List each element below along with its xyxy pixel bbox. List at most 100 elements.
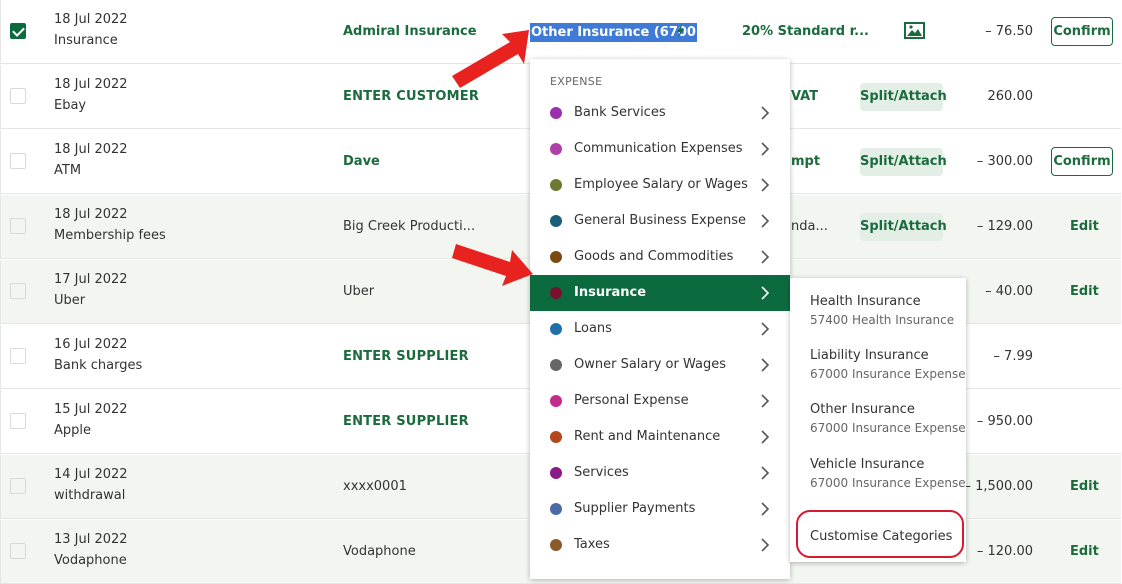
- submenu-item-vehicle-insurance[interactable]: Vehicle Insurance 67000 Insurance Expens…: [810, 457, 966, 490]
- dropdown-item-personal-expense[interactable]: Personal Expense: [530, 383, 790, 419]
- tax-rate-field[interactable]: 20% Standard r...: [742, 24, 869, 39]
- dropdown-heading: EXPENSE: [550, 75, 603, 88]
- edit-link[interactable]: Edit: [1070, 284, 1099, 299]
- row-payee[interactable]: Dave: [343, 154, 380, 169]
- image-icon[interactable]: [904, 22, 925, 39]
- dropdown-item-insurance[interactable]: Insurance: [530, 275, 790, 311]
- row-checkbox[interactable]: [10, 543, 26, 559]
- split-attach-button[interactable]: Split/Attach: [860, 83, 947, 111]
- row-checkbox[interactable]: [10, 283, 26, 299]
- row-checkbox[interactable]: [10, 88, 26, 104]
- arrow-annotation-icon: [452, 244, 533, 286]
- row-description: ATM: [54, 163, 82, 178]
- submenu-item-account: 67000 Insurance Expense: [810, 367, 966, 381]
- row-checkbox[interactable]: [10, 413, 26, 429]
- submenu-item-liability-insurance[interactable]: Liability Insurance 67000 Insurance Expe…: [810, 348, 966, 381]
- edit-link[interactable]: Edit: [1070, 479, 1099, 494]
- chevron-right-icon: [761, 250, 770, 264]
- dropdown-item-label: Personal Expense: [574, 393, 689, 408]
- row-amount: 260.00: [987, 89, 1034, 104]
- row-payee[interactable]: ENTER SUPPLIER: [343, 414, 469, 429]
- dropdown-item-loans[interactable]: Loans: [530, 311, 790, 347]
- dropdown-item-label: Services: [574, 465, 629, 480]
- row-description: Bank charges: [54, 358, 143, 373]
- dropdown-item-label: Insurance: [574, 285, 647, 300]
- dropdown-item-owner-salary-or-wages[interactable]: Owner Salary or Wages: [530, 347, 790, 383]
- tax-rate-field[interactable]: nda...: [791, 219, 828, 234]
- chevron-right-icon: [761, 466, 770, 480]
- dropdown-item-label: Supplier Payments: [574, 501, 696, 516]
- category-color-dot: [550, 395, 562, 407]
- dropdown-item-label: Rent and Maintenance: [574, 429, 721, 444]
- dropdown-item-rent-and-maintenance[interactable]: Rent and Maintenance: [530, 419, 790, 455]
- category-color-dot: [550, 287, 562, 299]
- row-payee[interactable]: Vodaphone: [343, 544, 416, 559]
- category-color-dot: [550, 107, 562, 119]
- submenu-item-account: 67000 Insurance Expense: [810, 421, 966, 435]
- row-description: Insurance: [54, 33, 118, 48]
- dropdown-item-label: Communication Expenses: [574, 141, 743, 156]
- submenu-item-title: Liability Insurance: [810, 348, 929, 363]
- row-description: Vodaphone: [54, 553, 127, 568]
- dropdown-item-employee-salary-or-wages[interactable]: Employee Salary or Wages: [530, 167, 790, 203]
- category-color-dot: [550, 323, 562, 335]
- row-amount: – 40.00: [985, 284, 1033, 299]
- dropdown-item-label: General Business Expense: [574, 213, 746, 228]
- tax-rate-field[interactable]: VAT: [791, 89, 818, 104]
- submenu-item-title: Health Insurance: [810, 294, 921, 309]
- edit-link[interactable]: Edit: [1070, 219, 1099, 234]
- row-checkbox[interactable]: [10, 218, 26, 234]
- dropdown-item-label: Loans: [574, 321, 612, 336]
- dropdown-item-general-business-expense[interactable]: General Business Expense: [530, 203, 790, 239]
- dropdown-item-services[interactable]: Services: [530, 455, 790, 491]
- submenu-item-account: 67000 Insurance Expense: [810, 476, 966, 490]
- row-description: Apple: [54, 423, 92, 438]
- category-color-dot: [550, 539, 562, 551]
- chevron-right-icon: [761, 538, 770, 552]
- dropdown-item-label: Employee Salary or Wages: [574, 177, 748, 192]
- row-payee[interactable]: Big Creek Producti...: [343, 219, 475, 234]
- tax-rate-field[interactable]: mpt: [791, 154, 820, 169]
- row-amount: – 950.00: [976, 414, 1033, 429]
- row-description: Ebay: [54, 98, 87, 113]
- confirm-button[interactable]: Confirm: [1051, 147, 1113, 176]
- row-payee[interactable]: ENTER SUPPLIER: [343, 349, 469, 364]
- dropdown-item-goods-and-commodities[interactable]: Goods and Commodities: [530, 239, 790, 275]
- category-color-dot: [550, 179, 562, 191]
- row-payee[interactable]: xxxx0001: [343, 479, 407, 494]
- submenu-item-account: 57400 Health Insurance: [810, 313, 955, 327]
- row-amount: – 1,500.00: [964, 479, 1033, 494]
- row-checkbox[interactable]: [10, 153, 26, 169]
- row-payee[interactable]: Uber: [343, 284, 374, 299]
- dropdown-item-label: Owner Salary or Wages: [574, 357, 726, 372]
- row-checkbox[interactable]: [10, 348, 26, 364]
- row-amount: – 300.00: [976, 154, 1033, 169]
- dropdown-item-supplier-payments[interactable]: Supplier Payments: [530, 491, 790, 527]
- submenu-item-other-insurance[interactable]: Other Insurance 67000 Insurance Expense: [810, 402, 966, 435]
- bolt-icon[interactable]: [674, 23, 686, 39]
- category-dropdown: EXPENSE Bank Services Communication Expen…: [530, 59, 790, 579]
- row-amount: – 129.00: [976, 219, 1033, 234]
- category-field[interactable]: Other Insurance (6700: [530, 23, 697, 42]
- chevron-right-icon: [761, 430, 770, 444]
- dropdown-item-taxes[interactable]: Taxes: [530, 527, 790, 563]
- row-checkbox[interactable]: [10, 23, 26, 39]
- chevron-right-icon: [761, 358, 770, 372]
- confirm-button[interactable]: Confirm: [1051, 17, 1113, 46]
- dropdown-item-bank-services[interactable]: Bank Services: [530, 95, 790, 131]
- table-row: 18 Jul 2022 Insurance Admiral Insurance …: [0, 0, 1121, 64]
- chevron-right-icon: [761, 394, 770, 408]
- row-date: 17 Jul 2022: [54, 272, 128, 287]
- submenu-item-health-insurance[interactable]: Health Insurance 57400 Health Insurance: [810, 294, 954, 327]
- edit-link[interactable]: Edit: [1070, 544, 1099, 559]
- submenu-item-title: Vehicle Insurance: [810, 457, 925, 472]
- row-amount: – 7.99: [993, 349, 1033, 364]
- row-checkbox[interactable]: [10, 478, 26, 494]
- arrow-annotation-icon: [452, 30, 529, 88]
- split-attach-button[interactable]: Split/Attach: [860, 213, 947, 241]
- split-attach-button[interactable]: Split/Attach: [860, 148, 947, 176]
- category-color-dot: [550, 251, 562, 263]
- dropdown-item-communication-expenses[interactable]: Communication Expenses: [530, 131, 790, 167]
- row-description: Uber: [54, 293, 86, 308]
- dropdown-item-label: Goods and Commodities: [574, 249, 734, 264]
